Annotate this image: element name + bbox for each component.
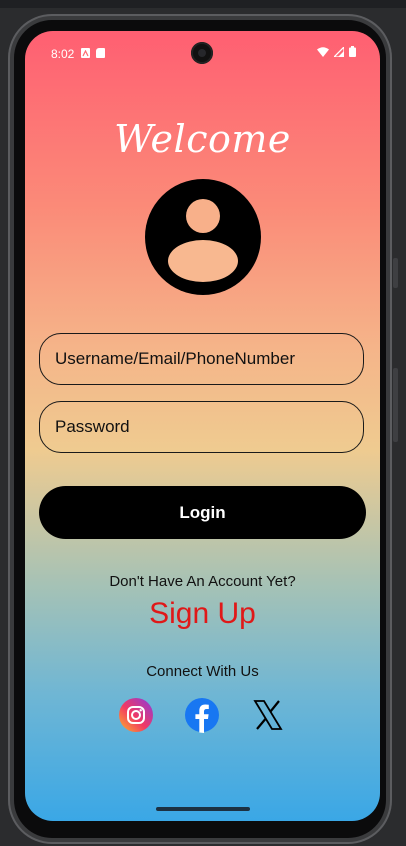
- username-input[interactable]: Username/Email/PhoneNumber: [39, 333, 364, 385]
- battery-icon: [349, 46, 356, 57]
- welcome-title: Welcome: [114, 117, 291, 161]
- sign-up-link[interactable]: Sign Up: [25, 597, 380, 631]
- status-notification-icons: [81, 48, 105, 58]
- home-indicator[interactable]: [156, 807, 250, 811]
- x-icon[interactable]: [250, 697, 286, 733]
- instagram-icon[interactable]: [118, 697, 154, 733]
- app-screen: 8:02 Welcome Username/Email/PhoneNumber …: [25, 31, 380, 821]
- status-bar: 8:02: [25, 31, 380, 77]
- connect-heading: Connect With Us: [146, 663, 259, 680]
- password-input[interactable]: Password: [39, 401, 364, 453]
- accessibility-icon: [81, 48, 90, 58]
- no-account-prompt: Don't Have An Account Yet?: [109, 573, 296, 590]
- emulator-toolbar: [0, 0, 406, 8]
- user-avatar-icon: [145, 179, 261, 295]
- username-placeholder: Username/Email/PhoneNumber: [55, 349, 295, 368]
- password-placeholder: Password: [55, 417, 130, 436]
- login-button[interactable]: Login: [39, 486, 366, 539]
- sd-card-icon: [96, 48, 105, 58]
- volume-button: [393, 368, 398, 442]
- signal-icon: [334, 46, 344, 57]
- wifi-icon: [317, 46, 329, 57]
- status-system-icons: [317, 46, 356, 57]
- power-button: [393, 258, 398, 288]
- status-time: 8:02: [51, 47, 75, 61]
- facebook-icon[interactable]: [184, 697, 220, 733]
- front-camera: [191, 42, 213, 64]
- login-button-label: Login: [179, 502, 226, 522]
